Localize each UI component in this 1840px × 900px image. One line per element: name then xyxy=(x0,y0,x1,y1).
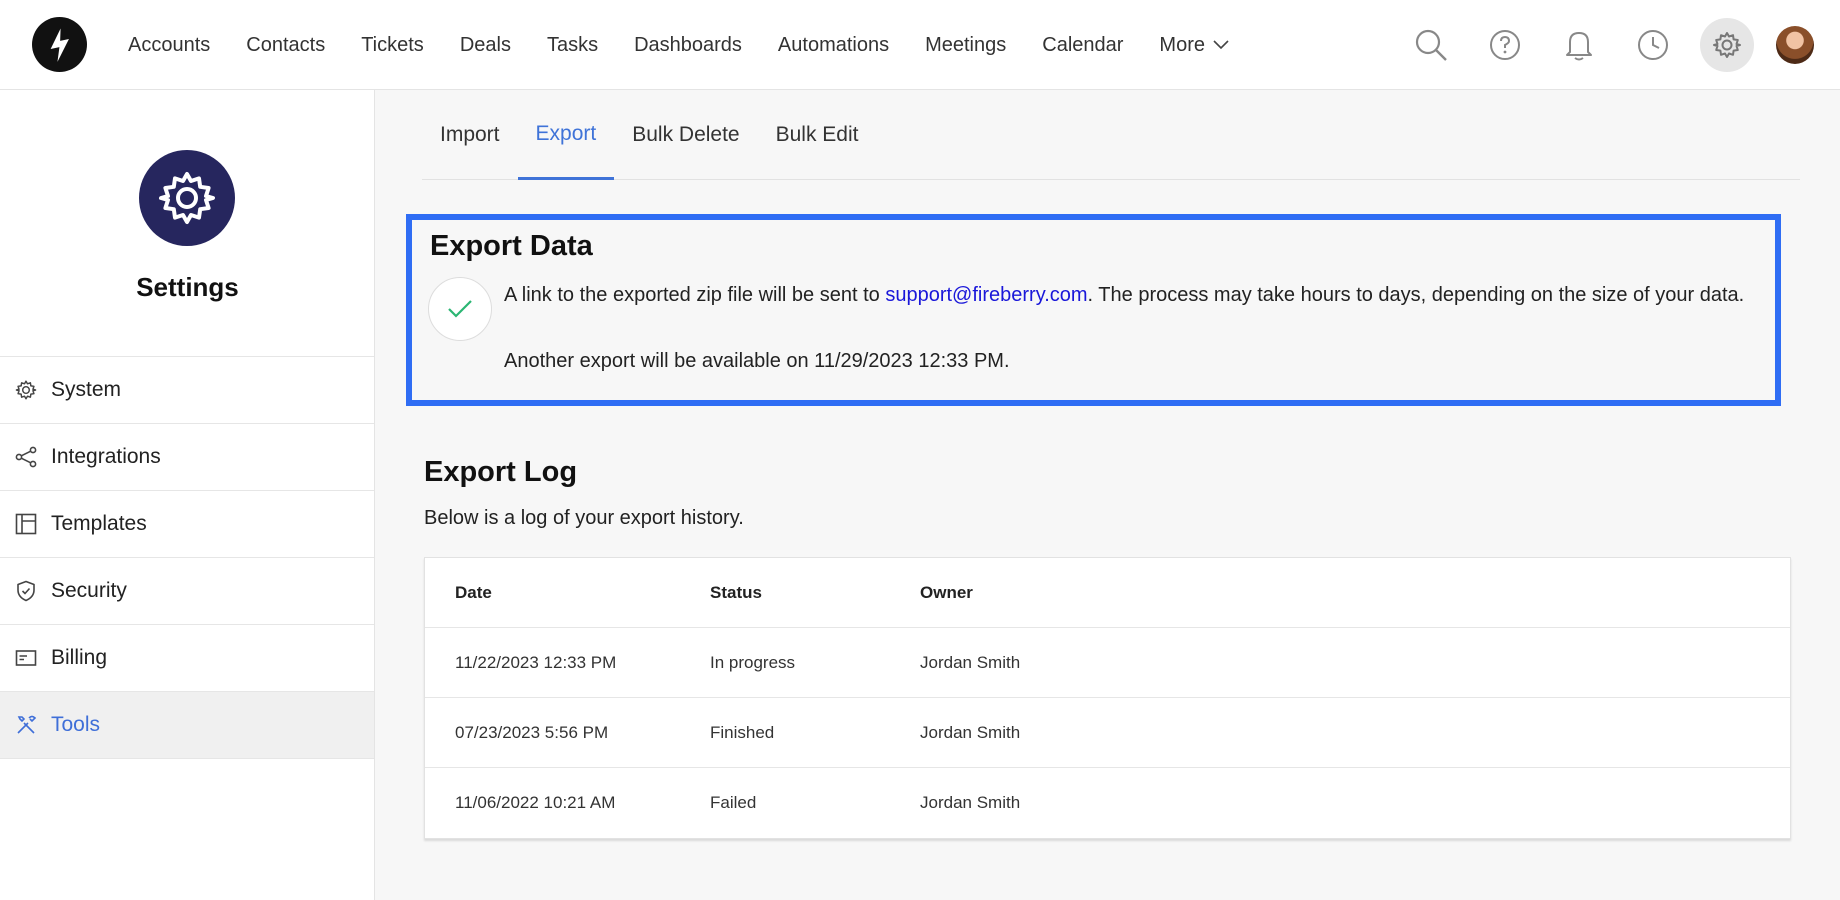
notifications-button[interactable] xyxy=(1552,18,1606,72)
sidebar-item-label: Security xyxy=(51,579,127,602)
success-badge xyxy=(428,277,492,341)
sidebar-item-label: System xyxy=(51,378,122,401)
export-message: A link to the exported zip file will be … xyxy=(504,280,1774,311)
export-log-title: Export Log xyxy=(424,456,578,488)
nav-deals[interactable]: Deals xyxy=(460,34,511,57)
help-button[interactable] xyxy=(1478,18,1532,72)
tab-bulk-delete[interactable]: Bulk Delete xyxy=(614,90,757,180)
column-date[interactable]: Date xyxy=(425,583,710,603)
support-email-link[interactable]: support@fireberry.com xyxy=(885,284,1087,306)
nav-tickets[interactable]: Tickets xyxy=(361,34,424,57)
fireberry-logo[interactable] xyxy=(32,17,87,72)
export-message-prefix: A link to the exported zip file will be … xyxy=(504,284,886,306)
tools-tabs: Import Export Bulk Delete Bulk Edit xyxy=(422,90,1800,180)
tab-bulk-edit[interactable]: Bulk Edit xyxy=(758,90,877,180)
search-icon xyxy=(1415,29,1447,61)
nav-automations[interactable]: Automations xyxy=(778,34,889,57)
user-avatar[interactable] xyxy=(1776,26,1814,64)
cell-date: 11/06/2022 10:21 AM xyxy=(455,793,616,812)
sidebar-header: Settings xyxy=(0,90,374,357)
cell-status: In progress xyxy=(710,652,796,672)
logo-icon xyxy=(50,28,69,62)
toolbar-icons xyxy=(1384,0,1814,90)
table-header: Date Status Owner xyxy=(425,558,1790,628)
top-navigation-bar: Accounts Contacts Tickets Deals Tasks Da… xyxy=(0,0,1840,90)
gear-icon xyxy=(159,172,215,224)
column-status[interactable]: Status xyxy=(710,583,920,603)
chevron-down-icon xyxy=(1213,40,1229,50)
sidebar-item-system[interactable]: System xyxy=(0,357,374,424)
cell-status: Failed xyxy=(710,793,757,812)
tab-import[interactable]: Import xyxy=(422,90,518,180)
layout-icon xyxy=(14,512,38,536)
main-content: Import Export Bulk Delete Bulk Edit Expo… xyxy=(376,90,1840,900)
nav-contacts[interactable]: Contacts xyxy=(246,34,325,57)
bell-icon xyxy=(1566,32,1592,61)
cell-date: 11/22/2023 12:33 PM xyxy=(455,652,617,672)
export-log-subtitle: Below is a log of your export history. xyxy=(424,507,744,529)
column-owner[interactable]: Owner xyxy=(920,583,1790,603)
main-nav: Accounts Contacts Tickets Deals Tasks Da… xyxy=(110,0,1247,90)
gear-icon xyxy=(14,378,38,402)
sidebar-item-label: Tools xyxy=(51,713,101,736)
nav-calendar[interactable]: Calendar xyxy=(1042,34,1123,57)
share-icon xyxy=(14,445,38,469)
nav-more-button[interactable]: More xyxy=(1159,34,1229,57)
cell-owner: Jordan Smith xyxy=(920,793,1021,812)
sidebar-item-templates[interactable]: Templates xyxy=(0,491,374,558)
sidebar-item-security[interactable]: Security xyxy=(0,558,374,625)
help-icon xyxy=(1490,30,1520,60)
table-row: 07/23/2023 5:56 PM Finished Jordan Smith xyxy=(425,698,1790,768)
settings-badge xyxy=(139,150,235,246)
history-button[interactable] xyxy=(1626,18,1680,72)
nav-dashboards[interactable]: Dashboards xyxy=(634,34,742,57)
export-title: Export Data xyxy=(430,230,593,262)
export-log-table: Date Status Owner 11/22/2023 12:33 PM In… xyxy=(424,557,1791,839)
sidebar-title: Settings xyxy=(136,272,239,302)
sidebar-item-label: Billing xyxy=(51,646,108,669)
tab-export[interactable]: Export xyxy=(517,90,615,180)
cell-date: 07/23/2023 5:56 PM xyxy=(455,722,609,742)
cell-owner: Jordan Smith xyxy=(920,652,1021,672)
sidebar-item-integrations[interactable]: Integrations xyxy=(0,424,374,491)
cell-status: Finished xyxy=(710,722,775,742)
nav-accounts[interactable]: Accounts xyxy=(128,34,210,57)
search-button[interactable] xyxy=(1404,18,1458,72)
settings-button[interactable] xyxy=(1700,18,1754,72)
sidebar-item-label: Integrations xyxy=(51,445,161,468)
cell-owner: Jordan Smith xyxy=(920,722,1021,742)
card-icon xyxy=(14,646,38,670)
table-row: 11/06/2022 10:21 AM Failed Jordan Smith xyxy=(425,768,1790,838)
shield-icon xyxy=(14,579,38,603)
nav-meetings[interactable]: Meetings xyxy=(925,34,1006,57)
table-row: 11/22/2023 12:33 PM In progress Jordan S… xyxy=(425,628,1790,698)
gear-icon xyxy=(1713,32,1741,58)
nav-tasks[interactable]: Tasks xyxy=(547,34,598,57)
nav-more-label: More xyxy=(1159,33,1205,56)
sidebar-item-label: Templates xyxy=(51,512,147,535)
sidebar-item-tools[interactable]: Tools xyxy=(0,692,374,759)
export-data-panel: Export Data A link to the exported zip f… xyxy=(406,214,1781,406)
clock-icon xyxy=(1638,30,1668,60)
sidebar-item-billing[interactable]: Billing xyxy=(0,625,374,692)
export-message-suffix: . The process may take hours to days, de… xyxy=(1087,284,1745,306)
next-export-note: Another export will be available on 11/2… xyxy=(504,350,1010,372)
tools-icon xyxy=(14,713,38,737)
settings-sidebar: Settings System Integrations Templates S… xyxy=(0,90,375,900)
check-icon xyxy=(448,300,472,318)
